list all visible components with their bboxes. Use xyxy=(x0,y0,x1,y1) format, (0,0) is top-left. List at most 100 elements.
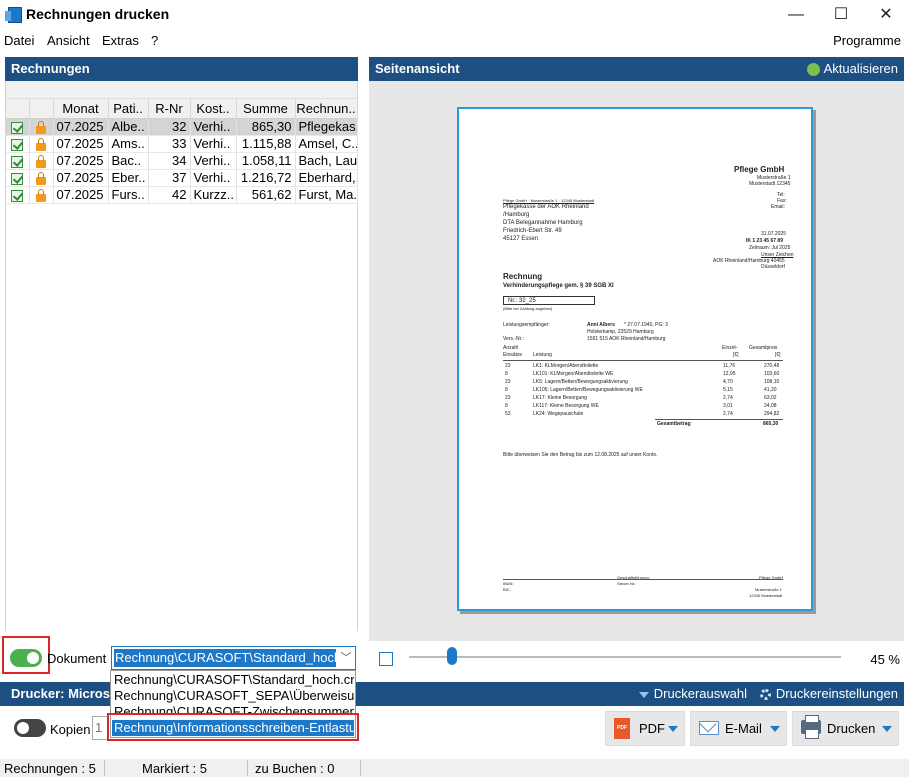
checked-icon[interactable] xyxy=(11,155,24,168)
pdf-button[interactable]: PDF PDF xyxy=(605,711,685,746)
col-patient[interactable]: Pati.. xyxy=(108,99,149,119)
checked-icon[interactable] xyxy=(11,138,24,151)
status-rechnungen: Rechnungen : 5 xyxy=(4,761,96,776)
maximize-button[interactable]: ☐ xyxy=(821,2,861,28)
line-price: 4,70 xyxy=(723,379,733,385)
cell-rechnung: Eberhard,.. xyxy=(295,169,358,187)
total-value: 865,30 xyxy=(763,421,779,427)
seitenansicht-header: Seitenansicht Aktualisieren xyxy=(369,57,904,81)
pdf-icon: PDF xyxy=(614,718,630,739)
line-total: 63,02 xyxy=(764,395,777,401)
line-service: LK5: Lagern/Betten/Bewegungsaktivierung xyxy=(533,379,628,385)
table-row[interactable]: 07.2025 Bac.. 34 Verhi.. 1.058,11 Bach, … xyxy=(6,152,358,170)
print-button[interactable]: Drucken xyxy=(792,711,899,746)
email-button[interactable]: E-Mail xyxy=(690,711,787,746)
checked-icon[interactable] xyxy=(11,121,24,134)
pdf-label: PDF xyxy=(639,721,665,736)
line-service: LK105: Lagern/Betten/Bewegungsaktivierun… xyxy=(533,387,643,393)
table-row[interactable]: 07.2025 Albe.. 32 Verhi.. 865,30 Pflegek… xyxy=(6,118,358,136)
chevron-down-icon[interactable] xyxy=(668,726,678,732)
patient-info: * 27.07.1940, PG: 3 xyxy=(624,322,668,328)
lock-icon xyxy=(36,137,46,151)
menu-ansicht[interactable]: Ansicht xyxy=(47,33,90,48)
table-row[interactable]: 07.2025 Furs.. 42 Kurzz.. 561,62 Furst, … xyxy=(6,186,358,204)
menu-datei[interactable]: Datei xyxy=(4,33,34,48)
table-rule xyxy=(503,360,783,361)
cell-kost: Kurzz.. xyxy=(190,186,237,204)
checked-icon[interactable] xyxy=(11,189,24,202)
menu-programme[interactable]: Programme xyxy=(833,33,901,48)
line-qty: 23 xyxy=(505,363,511,369)
col-monat[interactable]: Monat xyxy=(53,99,109,119)
minimize-button[interactable]: — xyxy=(776,2,816,28)
chevron-down-icon[interactable]: ﹀ xyxy=(339,651,353,665)
footer-right: Pflege GmbH xyxy=(759,575,784,580)
col-rechnung[interactable]: Rechnun.. xyxy=(295,99,358,119)
document-select[interactable]: Rechnung\CURASOFT\Standard_hoch.crd ﹀ xyxy=(111,646,356,670)
col-lock[interactable] xyxy=(29,99,54,119)
cell-patient: Ams.. xyxy=(108,135,149,153)
printer-settings-label: Druckereinstellungen xyxy=(775,686,898,701)
insured-number: 1591 515 AOK Rheinland/Hamburg xyxy=(587,336,666,342)
menu-help[interactable]: ? xyxy=(151,33,158,48)
triangle-down-icon xyxy=(638,691,649,698)
footer-mid: Steuer-Nr.: xyxy=(617,581,637,586)
col-summe[interactable]: Summe xyxy=(236,99,296,119)
cell-patient: Albe.. xyxy=(108,118,149,136)
chevron-down-icon[interactable] xyxy=(770,726,780,732)
line-price: 12,95 xyxy=(723,371,736,377)
zoom-slider[interactable] xyxy=(409,656,841,658)
cell-rechnung: Bach, Lau.. xyxy=(295,152,358,170)
col-check[interactable] xyxy=(6,99,30,119)
cell-summe: 561,62 xyxy=(236,186,296,204)
cell-kost: Verhi.. xyxy=(190,135,237,153)
printer-select-button[interactable]: Druckerauswahl xyxy=(638,682,747,706)
col-rnr[interactable]: R-Nr xyxy=(148,99,191,119)
status-divider xyxy=(247,760,248,776)
page-preview[interactable]: Pflege GmbH Musterstraße 1 Musterstadt 1… xyxy=(369,81,904,641)
meta: Düsseldorf xyxy=(761,264,785,270)
invoice-number-hint: (Bitte bei Zahlung angeben) xyxy=(503,306,553,311)
footer-left: IBAN: xyxy=(503,581,514,586)
fit-page-icon[interactable] xyxy=(379,652,393,666)
cell-summe: 865,30 xyxy=(236,118,296,136)
table-row[interactable]: 07.2025 Eber.. 37 Verhi.. 1.216,72 Eberh… xyxy=(6,169,358,187)
copies-toggle[interactable] xyxy=(14,719,46,737)
recipient-line: 45127 Essen xyxy=(503,236,539,242)
chevron-down-icon[interactable] xyxy=(882,726,892,732)
cell-monat: 07.2025 xyxy=(53,186,109,204)
close-button[interactable]: ✕ xyxy=(866,2,906,28)
copies-input[interactable]: 1 xyxy=(92,716,108,740)
refresh-button[interactable]: Aktualisieren xyxy=(806,57,898,81)
invoice-grid[interactable]: Monat Pati.. R-Nr Kost.. Summe Rechnun..… xyxy=(5,81,358,631)
document-option[interactable]: Rechnung\CURASOFT-Zwischensummen\S xyxy=(112,704,354,713)
table-row[interactable]: 07.2025 Ams.. 33 Verhi.. 1.115,88 Amsel,… xyxy=(6,135,358,153)
payment-note: Bitte überweisen Sie den Betrag bis zum … xyxy=(503,452,658,458)
option-highlight xyxy=(107,713,359,741)
document-label: Dokument xyxy=(47,651,107,666)
document-option[interactable]: Rechnung\CURASOFT\Standard_hoch.crd xyxy=(112,672,354,688)
col-kostentraeger[interactable]: Kost.. xyxy=(190,99,237,119)
cell-rechnung: Furst, Ma.. xyxy=(295,186,358,204)
checked-icon[interactable] xyxy=(11,172,24,185)
zoom-slider-handle[interactable] xyxy=(447,647,458,665)
invoice-table: Monat Pati.. R-Nr Kost.. Summe Rechnun..… xyxy=(6,99,358,204)
cell-rechnung: Amsel, C.. xyxy=(295,135,358,153)
refresh-icon xyxy=(806,63,820,77)
total-label: Gesamtbetrag xyxy=(657,421,691,427)
menu-extras[interactable]: Extras xyxy=(102,33,139,48)
seitenansicht-title: Seitenansicht xyxy=(375,61,460,76)
printer-settings-button[interactable]: Druckereinstellungen xyxy=(759,682,898,706)
document-option[interactable]: Rechnung\CURASOFT_SEPA\Überweisung xyxy=(112,688,354,704)
footer-right: 12345 Musterstadt xyxy=(749,593,783,598)
cell-monat: 07.2025 xyxy=(53,118,109,136)
title-bar: Rechnungen drucken — ☐ ✕ xyxy=(0,0,909,30)
line-service: LK24: Wegepauschale xyxy=(533,411,584,417)
col-unit: Einsätze xyxy=(503,352,523,358)
col-total: Gesamtpreis xyxy=(749,345,778,351)
line-service: LK101: KLMorgen/Abendtoilette WE xyxy=(533,371,614,377)
line-service: LK17: Kleine Besorgung xyxy=(533,395,587,401)
window-title: Rechnungen drucken xyxy=(26,6,170,22)
document-toggle[interactable] xyxy=(10,649,42,667)
cell-summe: 1.058,11 xyxy=(236,152,296,170)
